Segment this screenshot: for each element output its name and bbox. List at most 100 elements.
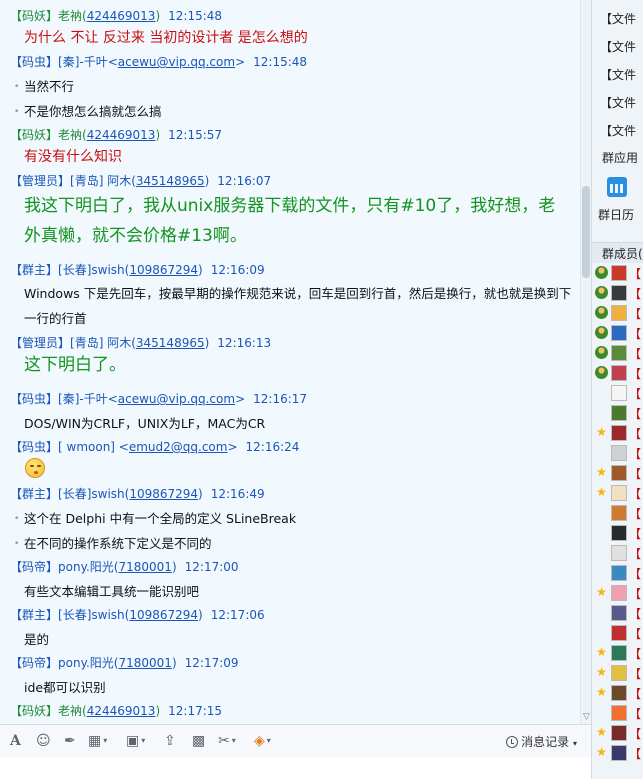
sender-id-link[interactable]: 7180001 xyxy=(118,656,171,670)
avatar[interactable] xyxy=(611,745,627,761)
member-row[interactable]: 【 xyxy=(592,603,643,623)
sender-nickname[interactable]: 老衲 xyxy=(58,128,82,142)
sender-id-link[interactable]: 7180001 xyxy=(118,560,171,574)
member-row[interactable]: ★ 【 xyxy=(592,683,643,703)
message-record-button[interactable]: 消息记录 ▾ xyxy=(506,733,577,750)
avatar[interactable] xyxy=(611,705,627,721)
member-row[interactable]: 【 xyxy=(592,403,643,423)
avatar[interactable] xyxy=(611,385,627,401)
file-item[interactable]: 【文件 xyxy=(600,38,636,55)
avatar[interactable] xyxy=(611,305,627,321)
paren: ) xyxy=(155,128,161,142)
sender-nickname[interactable]: [ wmoon] < xyxy=(58,440,129,454)
member-row[interactable]: ★ 【 xyxy=(592,743,643,763)
file-item[interactable]: 【文件 xyxy=(600,94,636,111)
avatar[interactable] xyxy=(611,425,627,441)
sender-nickname[interactable]: [长春]swish xyxy=(58,263,125,277)
sender-id-link[interactable]: emud2@qq.com xyxy=(129,440,228,454)
gift-icon[interactable]: ▩ xyxy=(192,732,205,750)
member-row[interactable]: 【 xyxy=(592,283,643,303)
member-row[interactable]: ★ 【 xyxy=(592,643,643,663)
avatar[interactable] xyxy=(611,505,627,521)
sender-nickname[interactable]: [秦]-千叶< xyxy=(58,392,118,406)
member-row[interactable]: 【 xyxy=(592,623,643,643)
avatar[interactable] xyxy=(611,485,627,501)
gift-send-icon[interactable]: ▦ ▾ xyxy=(88,732,107,750)
member-row[interactable]: 【 xyxy=(592,503,643,523)
sender-id-link[interactable]: 345148965 xyxy=(136,336,205,350)
sender-id-link[interactable]: 424469013 xyxy=(87,704,156,718)
avatar[interactable] xyxy=(611,725,627,741)
bell-icon[interactable]: ◈ ▾ xyxy=(254,732,271,750)
member-row[interactable]: 【 xyxy=(592,543,643,563)
member-row[interactable]: 【 xyxy=(592,323,643,343)
avatar[interactable] xyxy=(611,465,627,481)
font-A-icon[interactable]: A xyxy=(10,732,21,750)
avatar[interactable] xyxy=(611,265,627,281)
sender-nickname[interactable]: [长春]swish xyxy=(58,608,125,622)
file-item[interactable]: 【文件 xyxy=(600,66,636,83)
sender-nickname[interactable]: 老衲 xyxy=(58,704,82,718)
sender-nickname[interactable]: [秦]-千叶< xyxy=(58,55,118,69)
sender-id-link[interactable]: 109867294 xyxy=(129,487,198,501)
sender-nickname[interactable]: pony.阳光 xyxy=(58,560,114,574)
member-row[interactable]: 【 xyxy=(592,383,643,403)
avatar[interactable] xyxy=(611,645,627,661)
avatar[interactable] xyxy=(611,625,627,641)
message-text: 我这下明白了，我从unix服务器下载的文件，只有#10了，我好想，老外真懒，就不… xyxy=(24,196,556,246)
person-badge-icon xyxy=(595,286,608,299)
avatar[interactable] xyxy=(611,285,627,301)
member-row[interactable]: 【 xyxy=(592,703,643,723)
calendar-icon[interactable] xyxy=(607,177,627,197)
avatar[interactable] xyxy=(611,605,627,621)
member-row[interactable]: 【 xyxy=(592,443,643,463)
member-row[interactable]: ★ 【 xyxy=(592,583,643,603)
file-item[interactable]: 【文件 xyxy=(600,122,636,139)
member-row[interactable]: 【 xyxy=(592,563,643,583)
member-row[interactable]: 【 xyxy=(592,343,643,363)
smiley-icon[interactable]: ☺ xyxy=(36,732,51,750)
member-row[interactable]: 【 xyxy=(592,523,643,543)
message-input[interactable] xyxy=(0,757,591,779)
avatar[interactable] xyxy=(611,445,627,461)
avatar[interactable] xyxy=(611,325,627,341)
member-row[interactable]: ★ 【 xyxy=(592,663,643,683)
avatar[interactable] xyxy=(611,365,627,381)
avatar[interactable] xyxy=(611,665,627,681)
file-item[interactable]: 【文件 xyxy=(600,10,636,27)
sender-nickname[interactable]: pony.阳光 xyxy=(58,656,114,670)
shake-icon[interactable]: ✒ xyxy=(64,732,76,750)
sender-id-link[interactable]: 109867294 xyxy=(129,608,198,622)
avatar[interactable] xyxy=(611,405,627,421)
scrollbar-thumb[interactable] xyxy=(582,186,590,278)
member-row[interactable]: 【 xyxy=(592,303,643,323)
sender-nickname[interactable]: [青岛] 阿木 xyxy=(70,174,131,188)
sender-id-link[interactable]: acewu@vip.qq.com xyxy=(118,55,235,69)
member-name: 【 xyxy=(629,387,642,401)
member-row[interactable]: 【 xyxy=(592,263,643,283)
avatar[interactable] xyxy=(611,565,627,581)
sender-nickname[interactable]: [长春]swish xyxy=(58,487,125,501)
sender-id-link[interactable]: 109867294 xyxy=(129,263,198,277)
sender-nickname[interactable]: 老衲 xyxy=(58,9,82,23)
group-calendar-label[interactable]: 群日历 xyxy=(598,206,634,223)
avatar[interactable] xyxy=(611,545,627,561)
right-panel: 【文件 【文件 【文件 【文件 【文件 群应用 群日历 群成员( 【【【【【【【… xyxy=(591,0,643,779)
member-row[interactable]: ★ 【 xyxy=(592,463,643,483)
avatar[interactable] xyxy=(611,585,627,601)
member-row[interactable]: ★ 【 xyxy=(592,723,643,743)
avatar[interactable] xyxy=(611,685,627,701)
avatar[interactable] xyxy=(611,525,627,541)
scissors-icon[interactable]: ✂ ▾ xyxy=(218,732,236,750)
image-icon[interactable]: ▣ ▾ xyxy=(126,732,145,750)
sender-id-link[interactable]: 424469013 xyxy=(87,9,156,23)
member-row[interactable]: ★ 【 xyxy=(592,423,643,443)
sender-id-link[interactable]: 345148965 xyxy=(136,174,205,188)
upload-icon[interactable]: ⇪ xyxy=(164,732,176,750)
sender-id-link[interactable]: 424469013 xyxy=(87,128,156,142)
member-row[interactable]: ★ 【 xyxy=(592,483,643,503)
avatar[interactable] xyxy=(611,345,627,361)
sender-nickname[interactable]: [青岛] 阿木 xyxy=(70,336,131,350)
member-row[interactable]: 【 xyxy=(592,363,643,383)
sender-id-link[interactable]: acewu@vip.qq.com xyxy=(118,392,235,406)
